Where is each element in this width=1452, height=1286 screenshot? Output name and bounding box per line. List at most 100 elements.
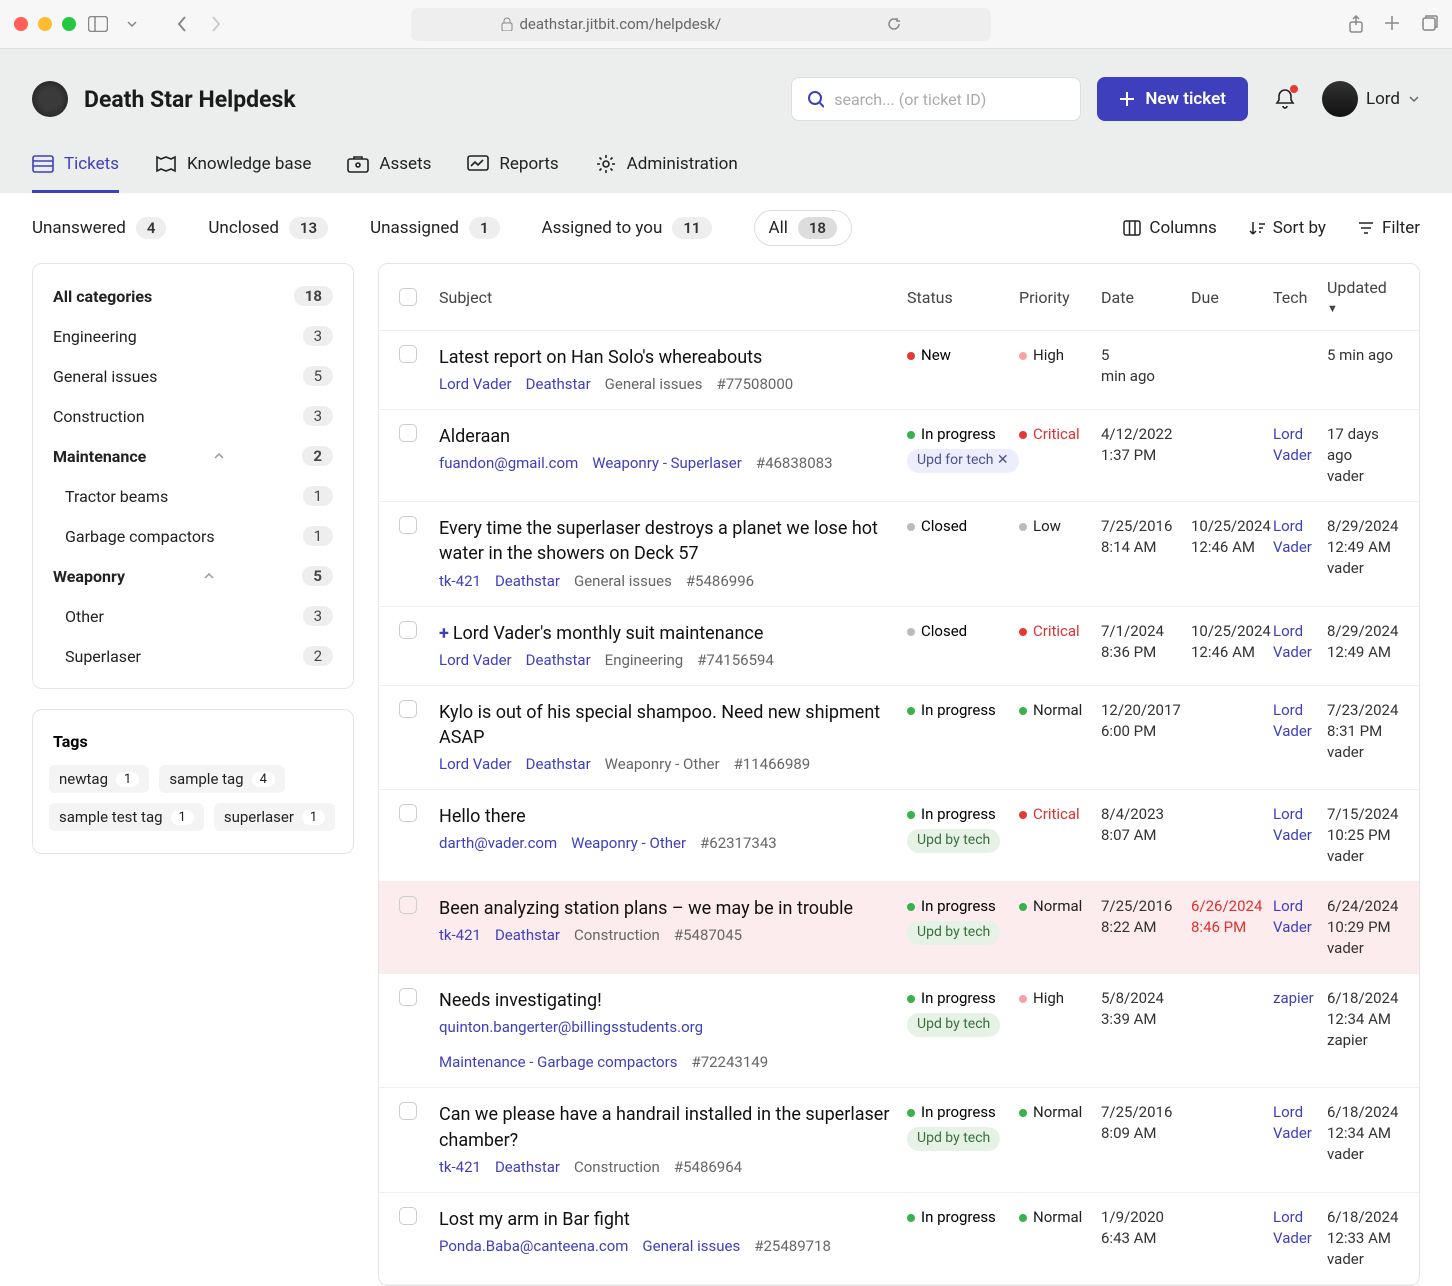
ticket-row[interactable]: Can we please have a handrail installed … (379, 1088, 1419, 1192)
row-checkbox[interactable] (399, 516, 417, 534)
nav-assets[interactable]: Assets (347, 139, 431, 193)
chevron-down-icon[interactable] (120, 12, 144, 36)
share-icon[interactable] (1348, 15, 1364, 33)
nav-tickets[interactable]: Tickets (32, 139, 119, 193)
category-maintenance[interactable]: Maintenance2 (33, 436, 353, 476)
ticket-date: 4/12/20221:37 PM (1101, 424, 1191, 487)
close-window-icon[interactable] (14, 17, 28, 31)
ticket-tech[interactable]: Lord Vader (1273, 516, 1327, 591)
tag-sample-tag[interactable]: sample tag4 (159, 765, 285, 793)
new-ticket-button[interactable]: New ticket (1097, 77, 1248, 121)
row-checkbox[interactable] (399, 621, 417, 639)
row-checkbox[interactable] (399, 424, 417, 442)
ticket-priority: Normal (1019, 1207, 1101, 1270)
ticket-row[interactable]: +Lord Vader's monthly suit maintenanceLo… (379, 607, 1419, 686)
sort-button[interactable]: Sort by (1249, 218, 1326, 238)
app-logo[interactable] (32, 81, 68, 117)
sidebar-toggle-icon[interactable] (86, 12, 110, 36)
ticket-tech[interactable]: Lord Vader (1273, 804, 1327, 867)
select-all-checkbox[interactable] (399, 288, 417, 306)
ticket-row[interactable]: Every time the superlaser destroys a pla… (379, 502, 1419, 606)
reload-icon[interactable] (887, 17, 901, 31)
notifications-button[interactable] (1274, 87, 1296, 111)
back-icon[interactable] (170, 12, 194, 36)
filter-all[interactable]: All18 (754, 210, 853, 246)
window-controls (14, 17, 76, 31)
category-construction[interactable]: Construction3 (33, 396, 353, 436)
minimize-window-icon[interactable] (38, 17, 52, 31)
row-checkbox[interactable] (399, 1207, 417, 1225)
category-superlaser[interactable]: Superlaser2 (33, 636, 353, 676)
chevron-up-icon (213, 452, 225, 460)
row-checkbox[interactable] (399, 700, 417, 718)
ticket-status: Closed (907, 516, 1019, 591)
ticket-row[interactable]: Hello theredarth@vader.comWeaponry - Oth… (379, 790, 1419, 882)
tag-sample-test-tag[interactable]: sample test tag1 (49, 803, 204, 831)
search-input[interactable] (834, 90, 1066, 109)
column-subject[interactable]: Subject (439, 288, 907, 307)
row-checkbox[interactable] (399, 896, 417, 914)
row-checkbox[interactable] (399, 804, 417, 822)
maximize-window-icon[interactable] (62, 17, 76, 31)
user-avatar (1322, 81, 1358, 117)
category-engineering[interactable]: Engineering3 (33, 316, 353, 356)
app-header: Death Star Helpdesk New ticket Lord Tick… (0, 49, 1452, 193)
ticket-tech[interactable]: zapier (1273, 988, 1327, 1073)
ticket-updated: 17 days agovader (1327, 424, 1399, 487)
nav-knowledge-base[interactable]: Knowledge base (155, 139, 311, 193)
ticket-row[interactable]: Latest report on Han Solo's whereaboutsL… (379, 331, 1419, 410)
ticket-row[interactable]: Been analyzing station plans – we may be… (379, 882, 1419, 974)
tabs-icon[interactable] (1420, 15, 1438, 33)
nav-reports[interactable]: Reports (467, 139, 558, 193)
columns-button[interactable]: Columns (1123, 218, 1216, 238)
tag-newtag[interactable]: newtag1 (49, 765, 149, 793)
ticket-tech[interactable] (1273, 345, 1327, 395)
ticket-updated: 6/18/2024 12:33 AMvader (1327, 1207, 1399, 1270)
ticket-tech[interactable]: Lord Vader (1273, 700, 1327, 775)
tag-superlaser[interactable]: superlaser1 (214, 803, 335, 831)
category-general-issues[interactable]: General issues5 (33, 356, 353, 396)
filter-unassigned[interactable]: Unassigned1 (370, 217, 499, 239)
ticket-row[interactable]: Alderaanfuandon@gmail.comWeaponry - Supe… (379, 410, 1419, 502)
nav-administration[interactable]: Administration (595, 139, 738, 193)
ticket-updated: 5 min ago (1327, 345, 1399, 395)
filter-button[interactable]: Filter (1358, 218, 1420, 238)
row-checkbox[interactable] (399, 988, 417, 1006)
column-due[interactable]: Due (1191, 288, 1273, 307)
column-updated[interactable]: Updated ▼ (1327, 278, 1399, 316)
ticket-tech[interactable]: Lord Vader (1273, 1102, 1327, 1177)
column-priority[interactable]: Priority (1019, 288, 1101, 307)
ticket-tech[interactable]: Lord Vader (1273, 896, 1327, 959)
user-menu[interactable]: Lord (1322, 81, 1420, 117)
column-date[interactable]: Date (1101, 288, 1191, 307)
category-weaponry[interactable]: Weaponry5 (33, 556, 353, 596)
ticket-tech[interactable]: Lord Vader (1273, 1207, 1327, 1270)
search-box[interactable] (791, 77, 1081, 121)
filter-assigned-to-you[interactable]: Assigned to you11 (542, 217, 712, 239)
address-bar[interactable]: deathstar.jitbit.com/helpdesk/ (411, 8, 991, 41)
plus-icon (1119, 91, 1135, 107)
ticket-date: 8/4/20238:07 AM (1101, 804, 1191, 867)
ticket-due (1191, 1102, 1273, 1177)
ticket-row[interactable]: Lost my arm in Bar fightPonda.Baba@cante… (379, 1193, 1419, 1285)
ticket-due (1191, 804, 1273, 867)
row-checkbox[interactable] (399, 1102, 417, 1120)
tags-header: Tags (33, 722, 353, 761)
filter-unanswered[interactable]: Unanswered4 (32, 217, 166, 239)
column-status[interactable]: Status (907, 288, 1019, 307)
ticket-priority: Low (1019, 516, 1101, 591)
category-tractor-beams[interactable]: Tractor beams1 (33, 476, 353, 516)
row-checkbox[interactable] (399, 345, 417, 363)
category-other[interactable]: Other3 (33, 596, 353, 636)
category-all-categories[interactable]: All categories18 (33, 276, 353, 316)
ticket-row[interactable]: Kylo is out of his special shampoo. Need… (379, 686, 1419, 790)
ticket-tech[interactable]: Lord Vader (1273, 424, 1327, 487)
filter-unclosed[interactable]: Unclosed13 (208, 217, 328, 239)
new-tab-icon[interactable] (1384, 15, 1400, 33)
category-garbage-compactors[interactable]: Garbage compactors1 (33, 516, 353, 556)
ticket-row[interactable]: Needs investigating!quinton.bangerter@bi… (379, 974, 1419, 1088)
ticket-updated: 8/29/2024 12:49 AM (1327, 621, 1399, 671)
column-tech[interactable]: Tech (1273, 288, 1327, 307)
forward-icon[interactable] (204, 12, 228, 36)
ticket-tech[interactable]: Lord Vader (1273, 621, 1327, 671)
